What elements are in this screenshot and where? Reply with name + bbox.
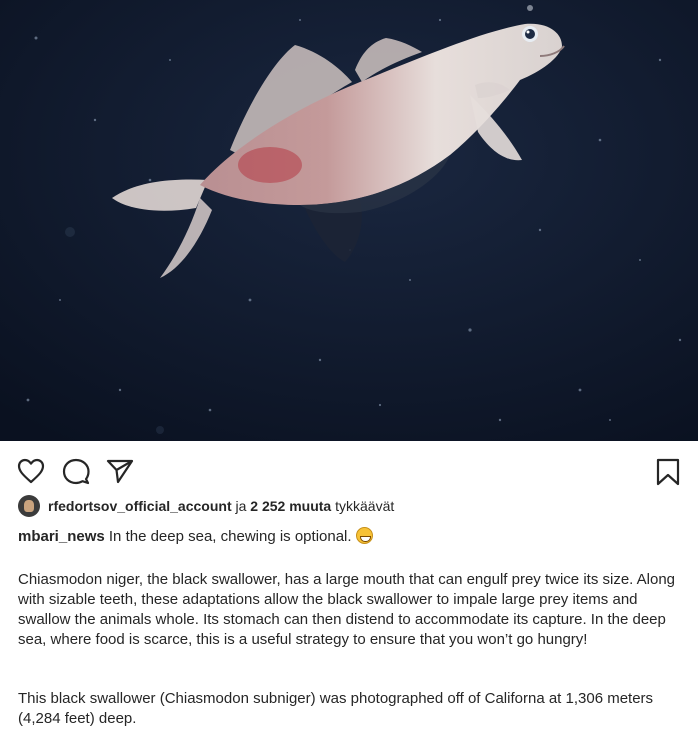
likes-suffix: tykkäävät [331, 498, 395, 514]
likes-line: rfedortsov_official_account ja 2 252 muu… [18, 492, 394, 520]
heart-icon[interactable] [17, 458, 45, 484]
post-actions-bar [0, 448, 700, 492]
bookmark-icon[interactable] [656, 458, 680, 486]
caption-paragraph-2: This black swallower (Chiasmodon subnige… [18, 690, 654, 727]
fish-photo-illustration [0, 0, 698, 441]
liker-username[interactable]: rfedortsov_official_account [48, 498, 232, 514]
caption-paragraph-1: Chiasmodon niger, the black swallower, h… [18, 571, 676, 648]
likes-count[interactable]: 2 252 muuta [250, 498, 331, 514]
liker-avatar[interactable] [18, 495, 40, 517]
caption-line: mbari_news In the deep sea, chewing is o… [18, 527, 373, 545]
likes-connector: ja [231, 498, 251, 514]
caption-author[interactable]: mbari_news [18, 528, 105, 545]
paper-plane-icon[interactable] [106, 458, 134, 484]
post-photo [0, 0, 698, 441]
grinning-emoji-icon [355, 527, 373, 544]
caption-text: In the deep sea, chewing is optional. [104, 528, 352, 545]
comment-bubble-icon[interactable] [62, 458, 90, 486]
